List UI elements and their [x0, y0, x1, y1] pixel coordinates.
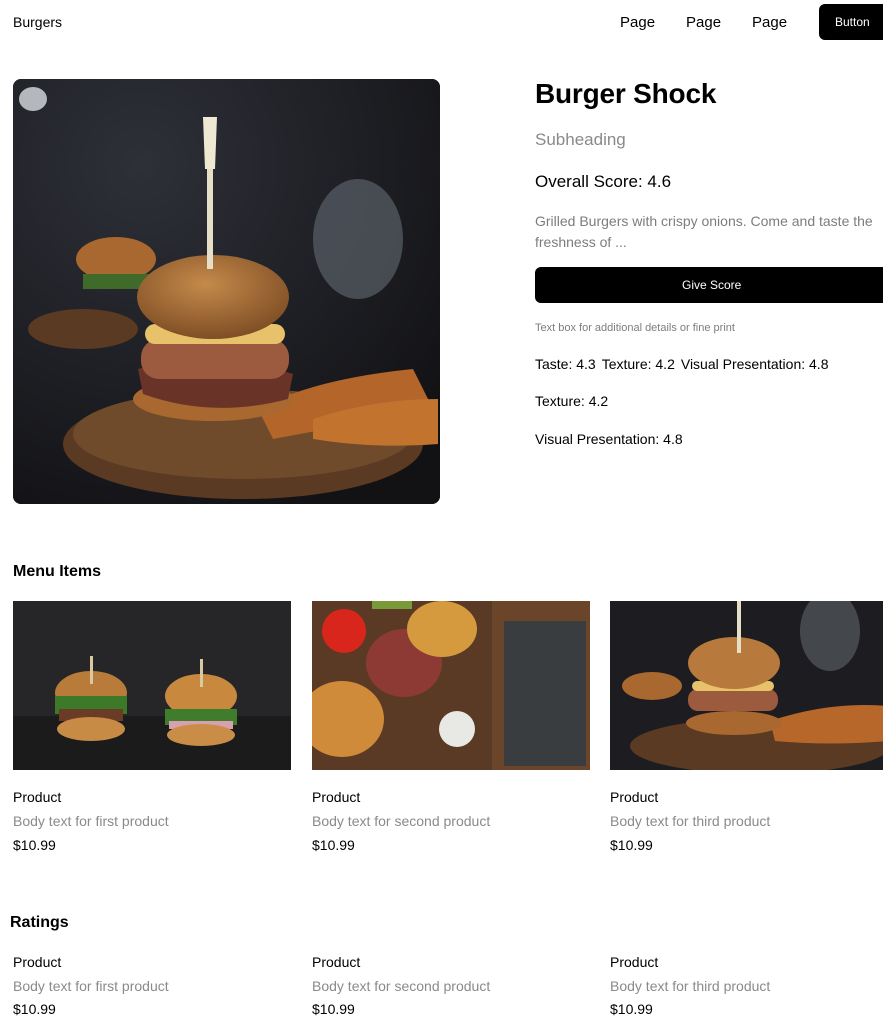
subheading: Subheading [535, 130, 626, 149]
rating-product-name-3[interactable]: Product [610, 954, 658, 970]
visual-presentation-score: Visual Presentation: 4.8 [535, 431, 683, 447]
rating-product-name-1[interactable]: Product [13, 954, 61, 970]
menu-product-body-3: Body text for third product [610, 813, 771, 829]
rating-product-body-3: Body text for third product [610, 978, 771, 994]
menu-product-price-2: $10.99 [312, 837, 355, 853]
page-title: Burger Shock [535, 78, 717, 109]
nav-button[interactable]: Button [819, 4, 883, 40]
menu-item-image-1[interactable] [13, 601, 291, 770]
menu-item-image-3[interactable] [610, 601, 883, 770]
texture-score-inline: Texture: 4.2 [601, 356, 675, 372]
menu-item-image-2[interactable] [312, 601, 590, 770]
brand-logo-text[interactable]: Burgers [13, 14, 62, 30]
menu-product-body-1: Body text for first product [13, 813, 169, 829]
menu-product-name-3[interactable]: Product [610, 789, 658, 805]
description-text: Grilled Burgers with crispy onions. Come… [535, 213, 873, 250]
nav-link-2[interactable]: Page [686, 14, 721, 31]
menu-product-name-1[interactable]: Product [13, 789, 61, 805]
visual-score-inline: Visual Presentation: 4.8 [680, 356, 829, 372]
overall-score: Overall Score: 4.6 [535, 172, 672, 191]
rating-product-price-3: $10.99 [610, 1001, 653, 1017]
ratings-heading: Ratings [10, 914, 69, 931]
nav-link-1[interactable]: Page [620, 14, 655, 31]
rating-product-price-2: $10.99 [312, 1001, 355, 1017]
hero-burger-image [13, 79, 440, 504]
taste-score: Taste: 4.3 [535, 356, 596, 372]
texture-score: Texture: 4.2 [535, 393, 609, 409]
nav-link-3[interactable]: Page [752, 14, 787, 31]
menu-product-body-2: Body text for second product [312, 813, 491, 829]
menu-items-heading: Menu Items [13, 563, 102, 580]
give-score-button[interactable]: Give Score [535, 267, 883, 303]
rating-product-price-1: $10.99 [13, 1001, 56, 1017]
score-summary-row: Taste: 4.3 Texture: 4.2 Visual Presentatio… [535, 356, 828, 372]
rating-product-body-1: Body text for first product [13, 978, 169, 994]
rating-product-body-2: Body text for second product [312, 978, 491, 994]
rating-product-name-2[interactable]: Product [312, 954, 360, 970]
page: Burgers Page Page Page Button Burger Sho… [0, 0, 883, 1017]
menu-product-name-2[interactable]: Product [312, 789, 360, 805]
fine-print: Text box for additional details or fine … [535, 322, 735, 334]
menu-product-price-3: $10.99 [610, 837, 653, 853]
menu-product-price-1: $10.99 [13, 837, 56, 853]
